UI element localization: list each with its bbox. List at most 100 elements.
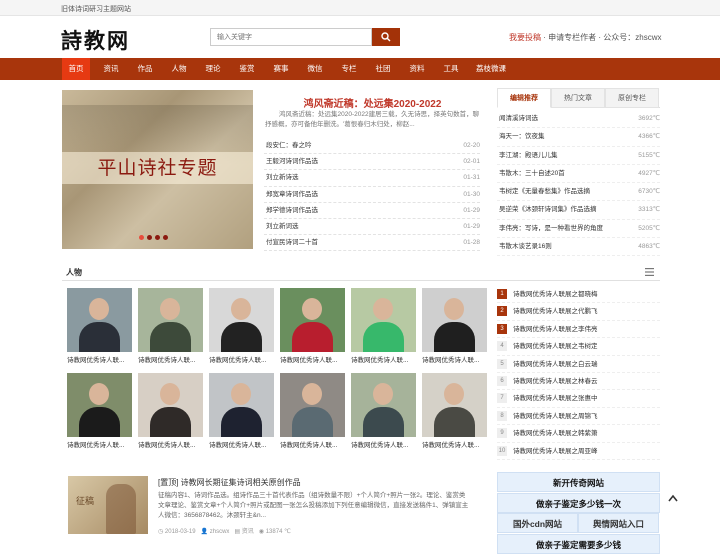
back-to-top-icon[interactable] <box>668 494 678 502</box>
list-item[interactable]: 5 诗教网优秀诗人联展之白云瑞 <box>497 356 660 373</box>
news-title[interactable]: 段安仁：春之吟 <box>266 138 312 154</box>
link-item[interactable]: 国外cdn网站 <box>497 513 578 533</box>
person-card[interactable]: 诗教网优秀诗人联... <box>138 373 203 453</box>
person-photo[interactable] <box>280 288 345 352</box>
link-item[interactable]: 做亲子鉴定需要多少钱 <box>497 534 660 554</box>
list-item[interactable]: 韦散木：三十自述20首 4927℃ <box>497 165 660 184</box>
person-card[interactable]: 诗教网优秀诗人联... <box>422 288 487 368</box>
news-title[interactable]: 王毅河诗词作品选 <box>266 154 318 170</box>
link-item[interactable]: 舆情网站入口 <box>578 513 659 533</box>
recommend-title[interactable]: 李伟亮：写诗，是一种看世界的角度 <box>499 220 603 238</box>
rank-title[interactable]: 诗教网优秀诗人联展之韦树定 <box>513 338 598 355</box>
person-caption[interactable]: 诗教网优秀诗人联... <box>351 440 416 452</box>
nav-item-lizhi[interactable]: 荔枝微课 <box>471 58 511 80</box>
site-logo[interactable]: 詩教网 <box>61 25 130 55</box>
nav-item-society[interactable]: 社团 <box>369 58 397 80</box>
person-card[interactable]: 诗教网优秀诗人联... <box>280 373 345 453</box>
list-item[interactable]: 海天一：饮夜集 4366℃ <box>497 128 660 147</box>
person-photo[interactable] <box>209 373 274 437</box>
person-card[interactable]: 诗教网优秀诗人联... <box>351 373 416 453</box>
rank-title[interactable]: 诗教网优秀诗人联展之都晓梅 <box>513 286 598 303</box>
recommend-title[interactable]: 韦散木谈艺录16则 <box>499 238 552 256</box>
person-caption[interactable]: 诗教网优秀诗人联... <box>422 440 487 452</box>
news-title[interactable]: 郑宽章诗词作品选 <box>266 187 318 203</box>
news-title[interactable]: 付宣民诗词二十首 <box>266 235 318 251</box>
list-item[interactable]: 刘立新诗选 01-31 <box>264 170 480 187</box>
list-item[interactable]: 王毅河诗词作品选 02-01 <box>264 154 480 171</box>
person-caption[interactable]: 诗教网优秀诗人联... <box>422 355 487 367</box>
list-item[interactable]: 韦散木谈艺录16则 4863℃ <box>497 238 660 257</box>
person-photo[interactable] <box>422 373 487 437</box>
list-item[interactable]: 韦树定《无量春愁集》作品选摘 6730℃ <box>497 183 660 202</box>
list-item[interactable]: 段安仁：春之吟 02-20 <box>264 138 480 155</box>
list-item[interactable]: 刘立新词选 01-29 <box>264 219 480 236</box>
person-card[interactable]: 诗教网优秀诗人联... <box>67 288 132 368</box>
person-caption[interactable]: 诗教网优秀诗人联... <box>67 355 132 367</box>
list-item[interactable]: 4 诗教网优秀诗人联展之韦树定 <box>497 338 660 356</box>
rank-title[interactable]: 诗教网优秀诗人联展之白云瑞 <box>513 356 598 373</box>
person-card[interactable]: 诗教网优秀诗人联... <box>67 373 132 453</box>
person-caption[interactable]: 诗教网优秀诗人联... <box>209 355 274 367</box>
list-item[interactable]: 李伟亮：写诗，是一种看世界的角度 5205℃ <box>497 220 660 239</box>
recommend-title[interactable]: 闻清溪诗词选 <box>499 110 538 128</box>
person-card[interactable]: 诗教网优秀诗人联... <box>209 373 274 453</box>
person-photo[interactable] <box>67 288 132 352</box>
slider-dot[interactable] <box>147 235 152 240</box>
recommend-title[interactable]: 吴逆荣《沐颈轩诗词集》作品选摘 <box>499 201 597 219</box>
person-caption[interactable]: 诗教网优秀诗人联... <box>138 355 203 367</box>
list-item[interactable]: 6 诗教网优秀诗人联展之林春云 <box>497 373 660 391</box>
search-input[interactable] <box>211 29 371 45</box>
person-caption[interactable]: 诗教网优秀诗人联... <box>280 355 345 367</box>
list-item[interactable]: 1 诗教网优秀诗人联展之都晓梅 <box>497 286 660 304</box>
article-title[interactable]: [置顶] 诗教网长期征集诗词相关原创作品 <box>158 477 301 488</box>
article-category[interactable]: 资讯 <box>242 529 254 535</box>
tab-hot-articles[interactable]: 热门文章 <box>551 88 605 108</box>
slider-dot[interactable] <box>155 235 160 240</box>
search-button[interactable] <box>372 28 400 46</box>
link-item[interactable]: 做亲子鉴定多少钱一次 <box>497 492 660 513</box>
link-item[interactable]: 新开传奇网站 <box>497 472 660 492</box>
person-photo[interactable] <box>138 288 203 352</box>
article-thumbnail[interactable]: 征稿 <box>68 476 148 534</box>
person-caption[interactable]: 诗教网优秀诗人联... <box>209 440 274 452</box>
rank-title[interactable]: 诗教网优秀诗人联展之周锦飞 <box>513 408 598 425</box>
nav-item-tools[interactable]: 工具 <box>437 58 465 80</box>
person-photo[interactable] <box>280 373 345 437</box>
person-caption[interactable]: 诗教网优秀诗人联... <box>138 440 203 452</box>
tab-original-column[interactable]: 原创专栏 <box>605 88 659 108</box>
apply-author-link[interactable]: 申请专栏作者 <box>548 33 596 42</box>
news-title[interactable]: 郑学德诗词作品选 <box>266 203 318 219</box>
rank-title[interactable]: 诗教网优秀诗人联展之林春云 <box>513 373 598 390</box>
nav-item-works[interactable]: 作品 <box>131 58 159 80</box>
person-caption[interactable]: 诗教网优秀诗人联... <box>351 355 416 367</box>
list-item[interactable]: 10 诗教网优秀诗人联展之周亚峰 <box>497 443 660 460</box>
person-card[interactable]: 诗教网优秀诗人联... <box>209 288 274 368</box>
slider-dot[interactable] <box>139 235 144 240</box>
rank-title[interactable]: 诗教网优秀诗人联展之张惠中 <box>513 390 598 407</box>
person-caption[interactable]: 诗教网优秀诗人联... <box>67 440 132 452</box>
person-photo[interactable] <box>138 373 203 437</box>
news-title[interactable]: 刘立新词选 <box>266 219 299 235</box>
list-item[interactable]: 8 诗教网优秀诗人联展之周锦飞 <box>497 408 660 426</box>
person-card[interactable]: 诗教网优秀诗人联... <box>138 288 203 368</box>
list-item[interactable]: 李江湖：殿语儿儿集 5155℃ <box>497 147 660 165</box>
nav-item-home[interactable]: 首页 <box>62 58 90 80</box>
nav-item-contest[interactable]: 赛事 <box>267 58 295 80</box>
recommend-title[interactable]: 海天一：饮夜集 <box>499 128 545 146</box>
list-item[interactable]: 付宣民诗词二十首 01-28 <box>264 235 480 252</box>
slider-dot[interactable] <box>163 235 168 240</box>
nav-item-theory[interactable]: 理论 <box>199 58 227 80</box>
nav-item-wechat[interactable]: 微信 <box>301 58 329 80</box>
recommend-title[interactable]: 李江湖：殿语儿儿集 <box>499 147 558 165</box>
person-photo[interactable] <box>422 288 487 352</box>
nav-item-people[interactable]: 人物 <box>165 58 193 80</box>
person-card[interactable]: 诗教网优秀诗人联... <box>351 288 416 368</box>
headline-title[interactable]: 鸿风斋近稿：处远集2020-2022 <box>265 95 480 110</box>
submit-link[interactable]: 我要投稿 <box>509 33 541 42</box>
person-photo[interactable] <box>67 373 132 437</box>
person-card[interactable]: 诗教网优秀诗人联... <box>422 373 487 453</box>
list-item[interactable]: 2 诗教网优秀诗人联展之代鹏飞 <box>497 303 660 321</box>
list-item[interactable]: 9 诗教网优秀诗人联展之韩紫箫 <box>497 425 660 443</box>
list-item[interactable]: 郑宽章诗词作品选 01-30 <box>264 187 480 203</box>
recommend-title[interactable]: 韦树定《无量春愁集》作品选摘 <box>499 183 590 201</box>
